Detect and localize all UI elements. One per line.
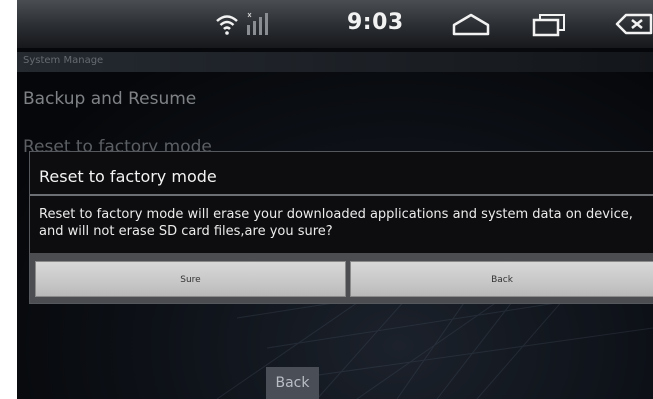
back-button[interactable]: Back bbox=[266, 367, 319, 399]
recent-apps-icon[interactable] bbox=[531, 13, 567, 41]
signal-icon bbox=[244, 11, 270, 41]
dialog-back-button[interactable]: Back bbox=[350, 261, 653, 297]
home-icon[interactable] bbox=[451, 12, 491, 40]
device-screen: 9:03 System Manage Backup and Resume Res… bbox=[17, 0, 653, 399]
dialog-button-bar: Sure Back bbox=[30, 253, 653, 303]
dialog-title: Reset to factory mode bbox=[39, 167, 217, 186]
clock: 9:03 bbox=[347, 10, 404, 35]
sure-button[interactable]: Sure bbox=[35, 261, 346, 297]
reset-dialog: Reset to factory mode Reset to factory m… bbox=[29, 151, 653, 304]
dialog-message: Reset to factory mode will erase your do… bbox=[39, 207, 633, 239]
wifi-icon bbox=[214, 12, 240, 40]
dialog-divider bbox=[30, 194, 653, 196]
status-bar: 9:03 bbox=[17, 0, 653, 49]
back-icon[interactable] bbox=[614, 12, 653, 40]
